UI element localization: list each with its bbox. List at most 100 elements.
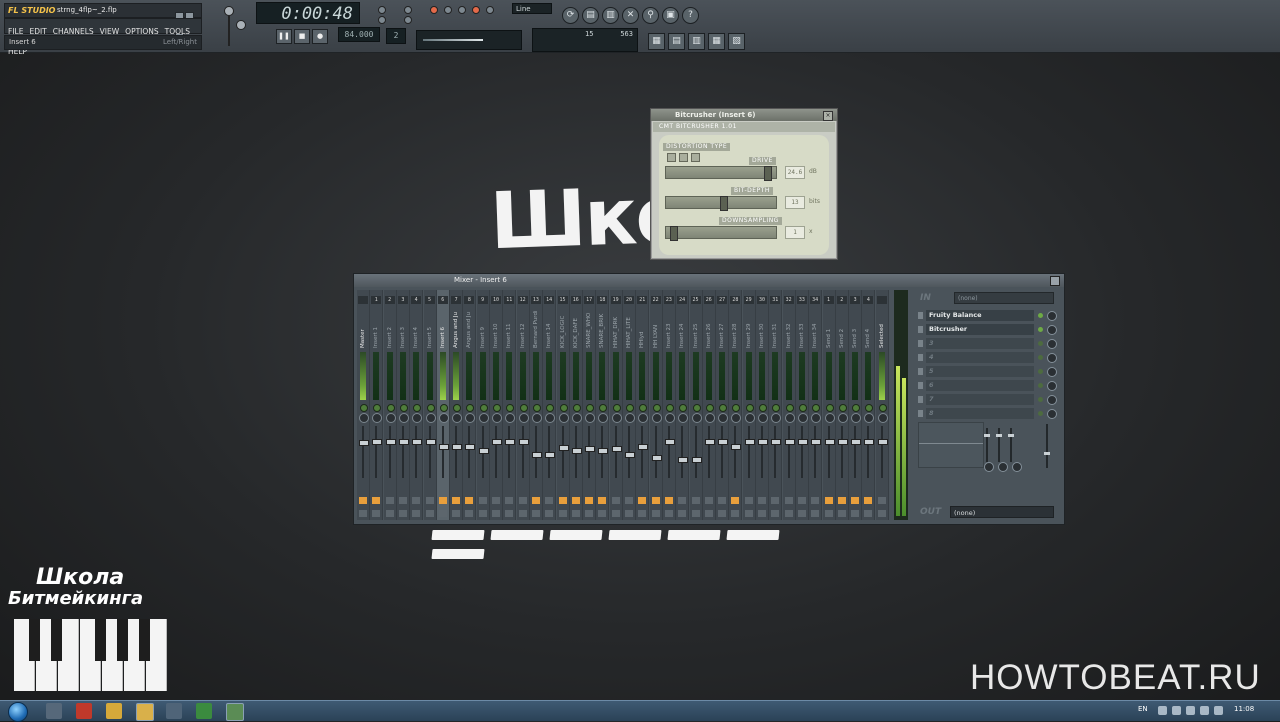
strip-volume-fader[interactable] <box>359 440 369 447</box>
eq-band-mid-fader[interactable] <box>996 434 1002 437</box>
slot-name[interactable]: 6 <box>926 380 1034 391</box>
strip-volume-fader[interactable] <box>651 454 662 461</box>
mixer-strip[interactable]: 23 Insert 23 <box>662 290 676 520</box>
strip-volume-fader[interactable] <box>837 439 848 446</box>
mixer-strip[interactable]: 15 KICK_LOGIC <box>556 290 570 520</box>
strip-pan-knob[interactable] <box>797 413 808 423</box>
record-led-icon[interactable] <box>430 6 438 14</box>
strip-volume-fader[interactable] <box>585 446 596 453</box>
strip-volume-fader[interactable] <box>385 439 396 446</box>
strip-fx-indicator[interactable] <box>784 497 793 504</box>
option-led-icon[interactable] <box>458 6 466 14</box>
slot-name[interactable]: 8 <box>926 408 1034 419</box>
mixer-strip[interactable]: 5 Insert 5 <box>423 290 437 520</box>
strip-pan-knob[interactable] <box>771 413 782 423</box>
strip-route-button[interactable] <box>359 510 367 517</box>
strip-pan-knob[interactable] <box>758 413 768 423</box>
mixer-strip[interactable]: 27 Insert 27 <box>716 290 730 520</box>
slot-enable-led-icon[interactable] <box>1038 355 1043 360</box>
strip-fx-indicator[interactable] <box>877 497 886 504</box>
strip-fx-indicator[interactable] <box>651 497 660 504</box>
strip-enable-led-icon[interactable] <box>652 404 661 412</box>
downsampling-slider[interactable] <box>665 226 777 241</box>
strip-enable-led-icon[interactable] <box>745 404 754 412</box>
app-icon[interactable] <box>166 703 182 719</box>
strip-fx-indicator[interactable] <box>691 497 700 504</box>
strip-volume-fader[interactable] <box>558 445 569 452</box>
strip-enable-led-icon[interactable] <box>626 404 634 412</box>
strip-fx-indicator[interactable] <box>372 497 381 504</box>
mixer-strip[interactable]: 21 HHlyd <box>636 290 650 520</box>
strip-pan-knob[interactable] <box>877 413 888 423</box>
mixer-titlebar[interactable]: Mixer - Insert 6 <box>354 274 1064 287</box>
slot-menu-icon[interactable] <box>918 396 923 403</box>
output-select[interactable]: (none) <box>950 506 1054 518</box>
strip-pan-knob[interactable] <box>704 413 715 423</box>
mixer-strip[interactable]: 25 Insert 25 <box>689 290 703 520</box>
strip-pan-knob[interactable] <box>492 413 502 423</box>
slot-mix-knob[interactable] <box>1047 395 1057 405</box>
strip-route-button[interactable] <box>811 510 820 517</box>
strip-pan-knob[interactable] <box>359 413 369 423</box>
channel-rack-icon[interactable]: ▥ <box>688 33 705 50</box>
strip-route-button[interactable] <box>585 510 594 517</box>
strip-volume-fader[interactable] <box>664 439 675 446</box>
strip-fx-indicator[interactable] <box>758 497 766 504</box>
metronome-led-icon[interactable] <box>472 6 480 14</box>
strip-enable-led-icon[interactable] <box>825 404 834 412</box>
strip-enable-led-icon[interactable] <box>865 404 874 412</box>
strip-fx-indicator[interactable] <box>492 497 500 504</box>
mixer-strip[interactable]: 18 SNARE_BRIK <box>596 290 610 520</box>
mixer-strip[interactable]: 30 Insert 30 <box>756 290 769 520</box>
strip-pan-knob[interactable] <box>864 413 875 423</box>
mixer-strip[interactable]: 11 Insert 11 <box>503 290 517 520</box>
strip-pan-knob[interactable] <box>558 413 569 423</box>
strip-route-button[interactable] <box>492 510 500 517</box>
strip-enable-led-icon[interactable] <box>785 404 794 412</box>
strip-route-button[interactable] <box>651 510 660 517</box>
distortion-type-2-button[interactable] <box>679 153 688 162</box>
mixer-strip[interactable]: 8 Angus and Ju <box>463 290 477 520</box>
bit-depth-slider-thumb[interactable] <box>720 196 729 211</box>
strip-enable-led-icon[interactable] <box>559 404 568 412</box>
browser-icon[interactable]: ▧ <box>728 33 745 50</box>
strip-pan-knob[interactable] <box>585 413 596 423</box>
strip-pan-knob[interactable] <box>478 413 489 423</box>
strip-route-button[interactable] <box>638 510 647 517</box>
strip-enable-led-icon[interactable] <box>599 404 608 412</box>
strip-pan-knob[interactable] <box>731 413 742 423</box>
strip-volume-fader[interactable] <box>784 439 795 446</box>
option-led-icon[interactable] <box>404 6 412 14</box>
strip-enable-led-icon[interactable] <box>453 404 462 412</box>
strip-route-button[interactable] <box>704 510 713 517</box>
strip-pan-knob[interactable] <box>651 413 662 423</box>
snap-led-icon[interactable] <box>378 16 386 24</box>
tray-network-icon[interactable] <box>1186 706 1195 715</box>
strip-route-button[interactable] <box>465 510 474 517</box>
online-icon[interactable]: ⟳ <box>562 7 579 24</box>
strip-volume-fader[interactable] <box>678 457 689 464</box>
strip-fx-indicator[interactable] <box>585 497 594 504</box>
mixer-strip[interactable]: 19 HIHAT_DRK <box>609 290 623 520</box>
strip-volume-fader[interactable] <box>571 447 582 454</box>
strip-pan-knob[interactable] <box>718 413 729 423</box>
strip-pan-knob[interactable] <box>837 413 848 423</box>
help-icon[interactable]: ? <box>682 7 699 24</box>
time-display[interactable]: 0:00:48 <box>256 2 360 24</box>
playlist-icon[interactable]: ▦ <box>648 33 665 50</box>
strip-pan-knob[interactable] <box>531 413 542 423</box>
strip-volume-fader[interactable] <box>531 452 542 459</box>
strip-route-button[interactable] <box>398 510 407 517</box>
start-button[interactable] <box>8 702 28 722</box>
strip-fx-indicator[interactable] <box>545 497 554 504</box>
clock[interactable]: 11:08 <box>1234 705 1254 713</box>
explorer-icon[interactable] <box>46 703 62 719</box>
drive-slider-thumb[interactable] <box>763 166 772 181</box>
strip-enable-led-icon[interactable] <box>692 404 701 412</box>
effect-slot[interactable]: 5 <box>918 366 1057 377</box>
strip-enable-led-icon[interactable] <box>426 404 435 412</box>
slot-mix-knob[interactable] <box>1047 339 1057 349</box>
slot-enable-led-icon[interactable] <box>1038 411 1043 416</box>
strip-pan-knob[interactable] <box>398 413 409 423</box>
strip-route-button[interactable] <box>598 510 607 517</box>
